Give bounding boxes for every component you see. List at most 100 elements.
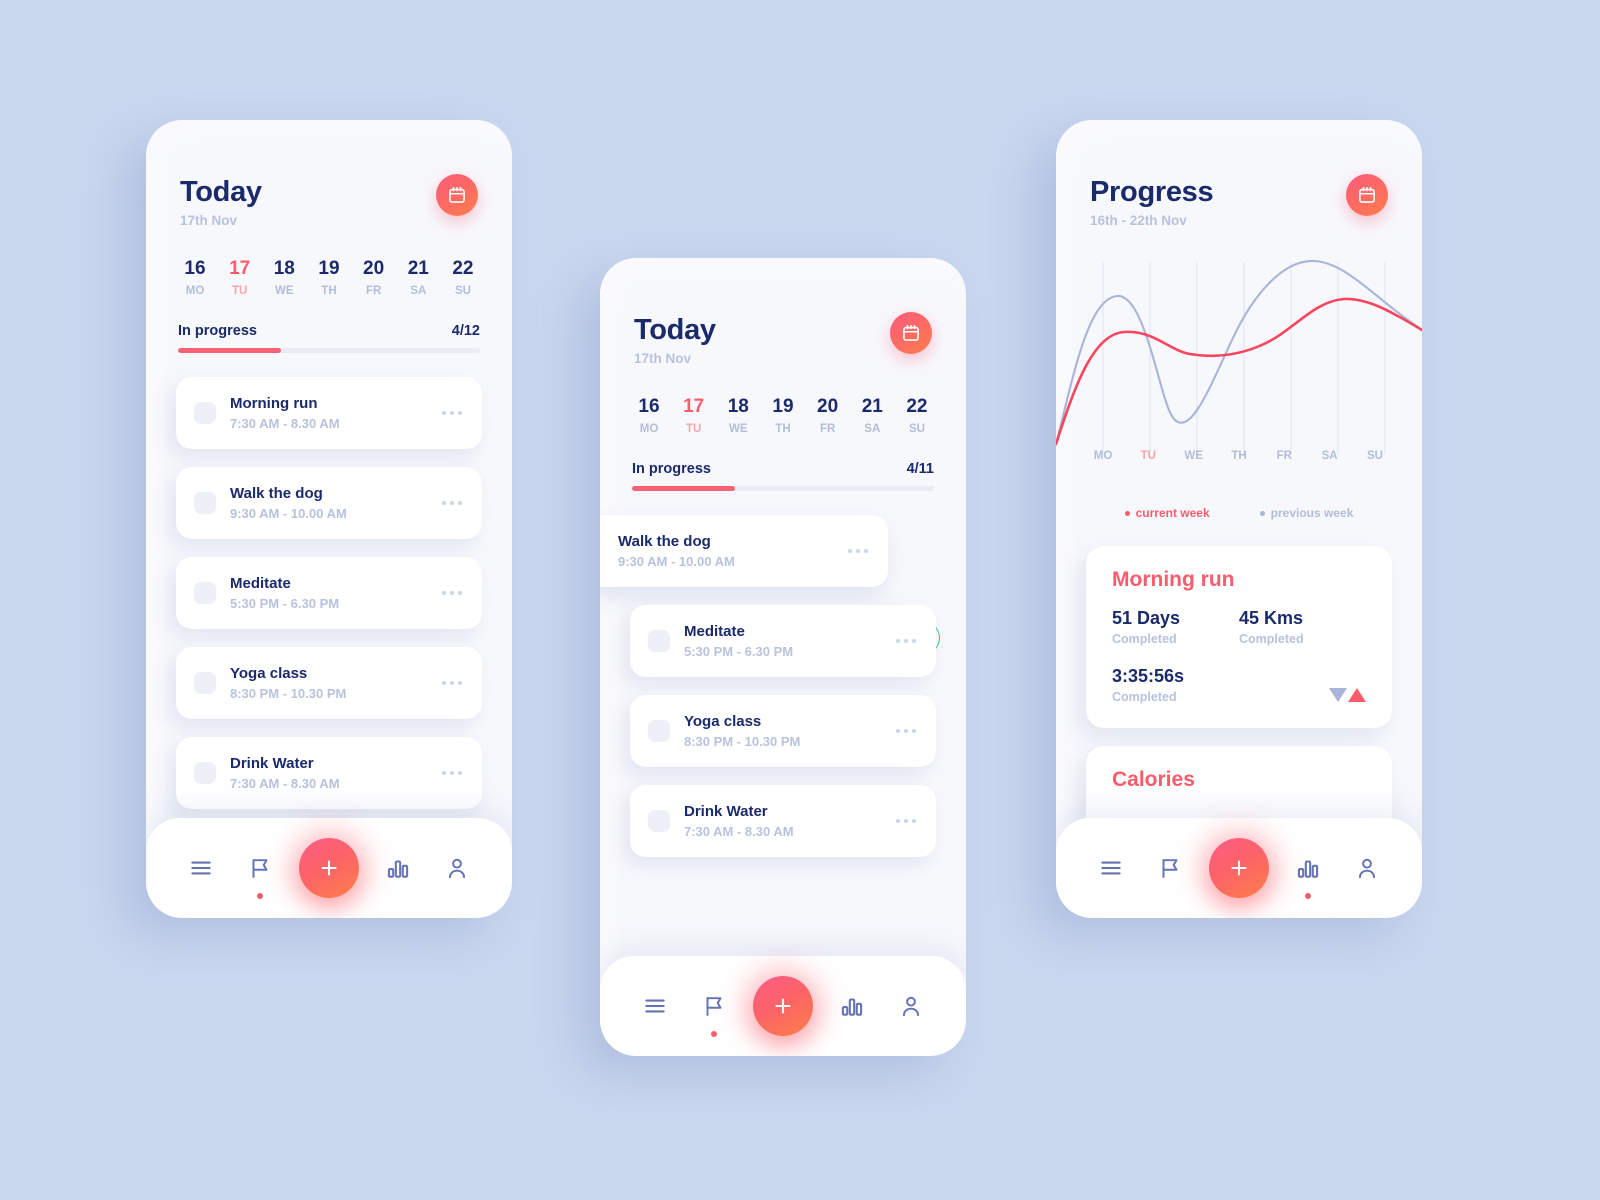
add-icon: [321, 860, 337, 876]
calendar-button[interactable]: [436, 174, 478, 216]
legend-item-current-week: current week: [1124, 506, 1210, 520]
task-checkbox[interactable]: [648, 630, 670, 652]
add-task-fab[interactable]: [752, 976, 813, 1036]
add-task-fab[interactable]: [298, 838, 359, 898]
flag-icon: [706, 997, 722, 1016]
stat-value: 3:35:56s: [1112, 666, 1185, 686]
task-checkbox[interactable]: [194, 492, 216, 514]
add-task-fab[interactable]: [1208, 838, 1269, 898]
add-icon: [775, 998, 791, 1014]
week-day-tu[interactable]: 17 TU: [223, 258, 257, 297]
stats-icon: [841, 998, 862, 1016]
task-more-icon[interactable]: [442, 501, 464, 505]
stat-caption: Completed: [1112, 690, 1177, 704]
menu-icon: [645, 999, 666, 1013]
task-title: Meditate: [684, 623, 745, 640]
week-day-we[interactable]: 18 WE: [267, 258, 301, 297]
nav-profile[interactable]: [1347, 848, 1387, 888]
nav-flag[interactable]: [694, 986, 734, 1037]
stat-card-heading: Morning run: [1112, 568, 1235, 591]
day-label: TU: [231, 285, 248, 297]
task-row[interactable]: Morning run 7:30 AM - 8.30 AM: [176, 377, 482, 449]
nav-flag[interactable]: [240, 848, 280, 899]
week-day-sa[interactable]: 21 SA: [401, 258, 435, 297]
chart-tick: MO: [1093, 450, 1113, 462]
week-day-th[interactable]: 19 TH: [766, 396, 800, 435]
week-day-we[interactable]: 18 WE: [721, 396, 755, 435]
stat-card-heading: Calories: [1112, 768, 1195, 791]
week-day-sa[interactable]: 21 SA: [855, 396, 889, 435]
nav-stats[interactable]: [1288, 848, 1328, 899]
task-time: 8:30 PM - 10.30 PM: [684, 734, 801, 749]
chart-x-axis: MO TU WE TH FR SA SU: [1056, 450, 1422, 462]
profile-icon: [448, 858, 465, 879]
day-number: 17: [229, 258, 251, 279]
task-more-icon[interactable]: [848, 549, 870, 553]
phone-today-center: Today 17th Nov 16 MO 17 TU 18 WE 19 TH 2…: [600, 258, 966, 1056]
week-day-fr[interactable]: 20 FR: [357, 258, 391, 297]
week-day-su[interactable]: 22 SU: [900, 396, 934, 435]
bottom-nav: [1056, 818, 1422, 918]
task-checkbox[interactable]: [648, 720, 670, 742]
task-title: Yoga class: [684, 713, 762, 730]
day-number: 21: [861, 396, 883, 417]
stats-icon: [387, 860, 408, 878]
calendar-button[interactable]: [1346, 174, 1388, 216]
task-row-swiped[interactable]: Walk the dog 9:30 AM - 10.00 AM: [600, 515, 888, 587]
task-row[interactable]: Yoga class 8:30 PM - 10.30 PM: [630, 695, 936, 767]
task-row[interactable]: Yoga class 8:30 PM - 10.30 PM: [176, 647, 482, 719]
task-time: 7:30 AM - 8.30 AM: [684, 824, 794, 839]
chart-gridlines: [1102, 262, 1386, 454]
task-row[interactable]: Walk the dog 9:30 AM - 10.00 AM: [176, 467, 482, 539]
day-label: FR: [819, 423, 836, 435]
nav-menu[interactable]: [181, 848, 221, 888]
phone-today-left: Today 17th Nov 16 MO 17 TU 18 WE 19 TH 2…: [146, 120, 512, 918]
task-row[interactable]: Meditate 5:30 PM - 6.30 PM: [176, 557, 482, 629]
nav-flag[interactable]: [1150, 848, 1190, 888]
task-more-icon[interactable]: [896, 639, 918, 643]
week-day-tu[interactable]: 17 TU: [677, 396, 711, 435]
task-list: Walk the dog 9:30 AM - 10.00 AM Meditate…: [600, 491, 966, 857]
day-label: SA: [410, 285, 427, 297]
calendar-icon: [449, 186, 465, 203]
nav-profile[interactable]: [891, 986, 931, 1026]
task-checkbox[interactable]: [194, 762, 216, 784]
progress-section: In progress 4/12: [146, 297, 512, 353]
week-day-su[interactable]: 22 SU: [446, 258, 480, 297]
nav-stats[interactable]: [832, 986, 872, 1026]
stat-distance: 45 Kms Completed: [1239, 608, 1366, 646]
week-day-fr[interactable]: 20 FR: [811, 396, 845, 435]
nav-menu[interactable]: [635, 986, 675, 1026]
calendar-button[interactable]: [890, 312, 932, 354]
page-title: Today: [634, 314, 716, 346]
task-row[interactable]: Drink Water 7:30 AM - 8.30 AM: [176, 737, 482, 809]
screen-header: Today 17th Nov: [146, 120, 512, 228]
task-more-icon[interactable]: [442, 411, 464, 415]
task-more-icon[interactable]: [896, 819, 918, 823]
task-row[interactable]: Drink Water 7:30 AM - 8.30 AM: [630, 785, 936, 857]
day-label: TH: [321, 285, 337, 297]
stat-card-morning-run[interactable]: Morning run 51 Days Completed 45 Kms Com…: [1086, 546, 1392, 728]
week-day-mo[interactable]: 16 MO: [178, 258, 212, 297]
screen-header: Progress 16th - 22th Nov: [1056, 120, 1422, 228]
task-more-icon[interactable]: [442, 771, 464, 775]
week-day-mo[interactable]: 16 MO: [632, 396, 666, 435]
day-label: TU: [685, 423, 702, 435]
nav-stats[interactable]: [378, 848, 418, 888]
day-number: 16: [638, 396, 660, 417]
day-number: 20: [817, 396, 839, 417]
task-row[interactable]: Meditate 5:30 PM - 6.30 PM: [630, 605, 936, 677]
task-more-icon[interactable]: [442, 591, 464, 595]
task-checkbox[interactable]: [648, 810, 670, 832]
task-checkbox[interactable]: [194, 402, 216, 424]
day-label: TH: [775, 423, 791, 435]
chart-legend: current week previous week: [1056, 506, 1422, 520]
task-checkbox[interactable]: [194, 672, 216, 694]
task-more-icon[interactable]: [896, 729, 918, 733]
nav-menu[interactable]: [1091, 848, 1131, 888]
week-day-th[interactable]: 19 TH: [312, 258, 346, 297]
task-checkbox[interactable]: [194, 582, 216, 604]
nav-profile[interactable]: [437, 848, 477, 888]
day-label: SU: [454, 285, 471, 297]
task-more-icon[interactable]: [442, 681, 464, 685]
